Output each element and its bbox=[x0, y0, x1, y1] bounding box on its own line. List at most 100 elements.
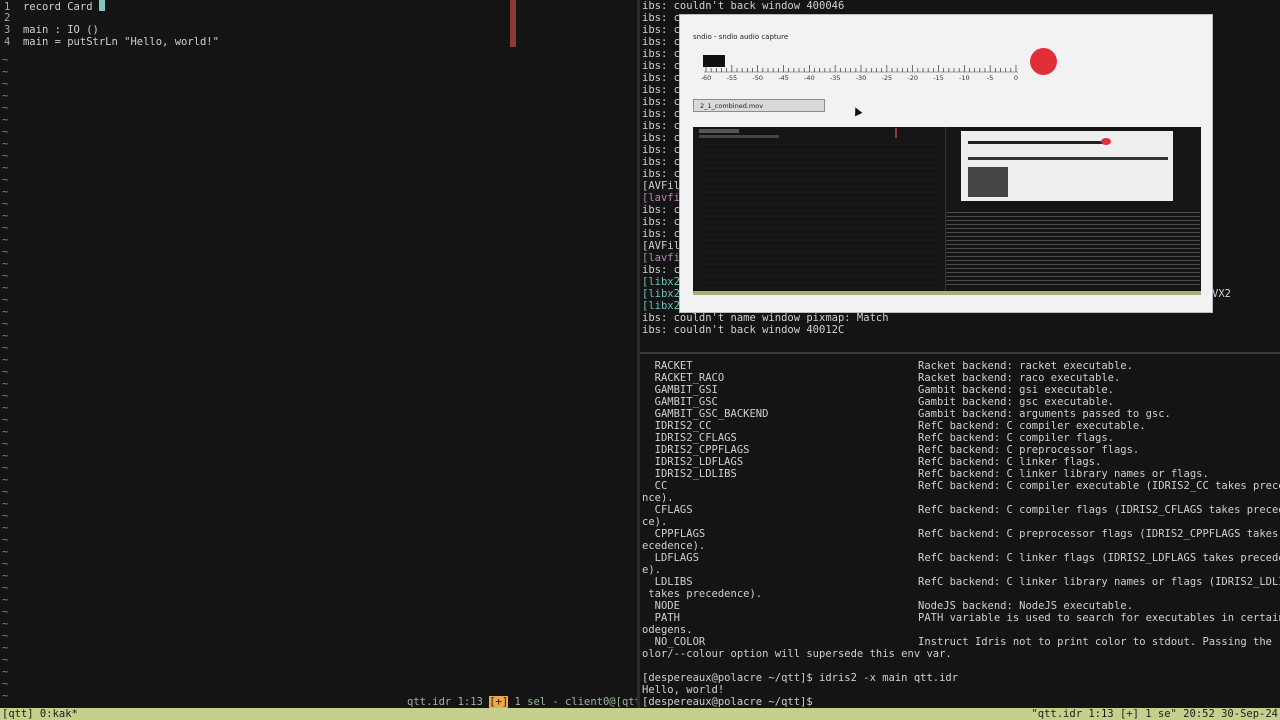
code-line-1[interactable]: 1 record Card bbox=[4, 0, 105, 13]
empty-line-tilde: ~ bbox=[2, 594, 9, 606]
empty-line-tilde: ~ bbox=[2, 546, 9, 558]
help-name: IDRIS2_CC bbox=[642, 420, 712, 432]
empty-line-tilde: ~ bbox=[2, 450, 9, 462]
help-description: NodeJS backend: NodeJS executable. bbox=[918, 600, 1133, 612]
mouse-pointer-icon bbox=[851, 105, 863, 117]
help-name: PATH bbox=[642, 612, 680, 624]
help-name: odegens. bbox=[642, 624, 693, 636]
help-name: ecedence). bbox=[642, 540, 706, 552]
modified-indicator: [+] bbox=[489, 696, 509, 708]
empty-line-tilde: ~ bbox=[2, 198, 9, 210]
code-line-2[interactable]: 2 bbox=[4, 12, 23, 24]
meter-tick-label: -60 bbox=[700, 74, 712, 82]
filename-field[interactable]: 2_1_combined.mov bbox=[693, 99, 825, 112]
record-button[interactable] bbox=[1030, 48, 1057, 75]
empty-line-tilde: ~ bbox=[2, 162, 9, 174]
help-name: IDRIS2_LDFLAGS bbox=[642, 456, 744, 468]
help-name: CPPFLAGS bbox=[642, 528, 706, 540]
empty-line-tilde: ~ bbox=[2, 402, 9, 414]
log-line: ibs: c bbox=[642, 228, 680, 240]
empty-line-tilde: ~ bbox=[2, 462, 9, 474]
meter-tick-label: -10 bbox=[959, 74, 970, 82]
log-line: ibs: couldn't back window 400046 bbox=[642, 0, 845, 12]
help-name: GAMBIT_GSI bbox=[642, 384, 718, 396]
log-line: ibs: couldn't name window pixmap: Match bbox=[642, 312, 889, 324]
log-line: ibs: c bbox=[642, 132, 680, 144]
code-line-4[interactable]: 4 main = putStrLn "Hello, world!" bbox=[4, 36, 219, 48]
empty-line-tilde: ~ bbox=[2, 582, 9, 594]
meter-tick-label: -15 bbox=[933, 74, 944, 82]
audio-capture-window[interactable]: sndio - sndio audio capture 2_1_combined… bbox=[679, 14, 1213, 313]
code-line-3[interactable]: 3 main : IO () bbox=[4, 24, 99, 36]
empty-line-tilde: ~ bbox=[2, 474, 9, 486]
meter-tick-label: -20 bbox=[907, 74, 918, 82]
empty-line-tilde: ~ bbox=[2, 522, 9, 534]
empty-line-tilde: ~ bbox=[2, 630, 9, 642]
log-line: ibs: c bbox=[642, 36, 680, 48]
help-name: LDFLAGS bbox=[642, 552, 699, 564]
tmux-status-bar: [qtt] 0:kak* "qtt.idr 1:13 [+] 1 se" 20:… bbox=[0, 708, 1280, 720]
empty-line-tilde: ~ bbox=[2, 654, 9, 666]
pane-divider-horizontal[interactable] bbox=[640, 352, 1280, 354]
log-line: ibs: c bbox=[642, 144, 680, 156]
log-line: ibs: c bbox=[642, 108, 680, 120]
help-name: [despereaux@polacre ~/qtt]$ idris2 -x ma… bbox=[642, 672, 959, 684]
editor-statusline: qtt.idr 1:13 [+] 1 sel - client0@[qtt] bbox=[407, 696, 647, 708]
empty-line-tilde: ~ bbox=[2, 342, 9, 354]
level-meter-scale bbox=[704, 65, 1018, 73]
help-name: ce). bbox=[642, 516, 668, 528]
empty-line-tilde: ~ bbox=[2, 186, 9, 198]
meter-tick-label: -35 bbox=[829, 74, 841, 82]
empty-line-tilde: ~ bbox=[2, 606, 9, 618]
help-name: IDRIS2_CPPFLAGS bbox=[642, 444, 750, 456]
log-line: [AVFil bbox=[642, 240, 680, 252]
editor-pane[interactable]: 1 record Card 2 3 main : IO () 4 main = … bbox=[0, 0, 647, 708]
log-line: [AVFil bbox=[642, 180, 680, 192]
help-name: IDRIS2_CFLAGS bbox=[642, 432, 737, 444]
empty-line-tilde: ~ bbox=[2, 78, 9, 90]
empty-line-tilde: ~ bbox=[2, 534, 9, 546]
code-text: record Card bbox=[22, 1, 99, 13]
column-ruler bbox=[510, 0, 516, 47]
help-description: RefC backend: C compiler executable (IDR… bbox=[918, 480, 1280, 492]
log-line: [libx2 bbox=[642, 288, 680, 300]
empty-line-tilde: ~ bbox=[2, 102, 9, 114]
empty-line-tilde: ~ bbox=[2, 390, 9, 402]
help-description: Racket backend: raco executable. bbox=[918, 372, 1121, 384]
empty-line-tilde: ~ bbox=[2, 246, 9, 258]
empty-line-tilde: ~ bbox=[2, 294, 9, 306]
help-description: RefC backend: C linker flags (IDRIS2_LDF… bbox=[918, 552, 1280, 564]
cursor-position: qtt.idr 1:13 bbox=[407, 696, 483, 708]
meter-tick-label: -25 bbox=[881, 74, 893, 82]
empty-line-tilde: ~ bbox=[2, 318, 9, 330]
empty-line-tilde: ~ bbox=[2, 66, 9, 78]
log-line: ibs: c bbox=[642, 12, 680, 24]
line-number: 2 bbox=[4, 12, 11, 24]
help-description: Gambit backend: arguments passed to gsc. bbox=[918, 408, 1171, 420]
shell-pane[interactable]: RACKET Racket backend: racket executable.… bbox=[640, 355, 1280, 708]
meter-tick-label: -5 bbox=[986, 74, 994, 82]
meter-tick-label: -40 bbox=[804, 74, 815, 82]
empty-line-tilde: ~ bbox=[2, 138, 9, 150]
meter-tick-label: -50 bbox=[752, 74, 763, 82]
log-line: ibs: c bbox=[642, 156, 680, 168]
screen-preview bbox=[693, 127, 1201, 295]
line-number: 4 bbox=[4, 36, 11, 48]
log-line: ibs: c bbox=[642, 120, 680, 132]
empty-line-tilde: ~ bbox=[2, 366, 9, 378]
help-description: Gambit backend: gsi executable. bbox=[918, 384, 1114, 396]
empty-line-tilde: ~ bbox=[2, 354, 9, 366]
empty-line-tilde: ~ bbox=[2, 498, 9, 510]
empty-line-tilde: ~ bbox=[2, 414, 9, 426]
empty-line-tilde: ~ bbox=[2, 258, 9, 270]
help-description: RefC backend: C linker library names or … bbox=[918, 576, 1280, 588]
log-line: ibs: c bbox=[642, 216, 680, 228]
empty-line-tilde: ~ bbox=[2, 270, 9, 282]
help-description: RefC backend: C compiler flags (IDRIS2_C… bbox=[918, 504, 1280, 516]
empty-line-tilde: ~ bbox=[2, 222, 9, 234]
empty-line-tilde: ~ bbox=[2, 126, 9, 138]
log-line: ibs: c bbox=[642, 264, 680, 276]
help-description: RefC backend: C linker library names or … bbox=[918, 468, 1209, 480]
help-description: RefC backend: C linker flags. bbox=[918, 456, 1102, 468]
log-line: ibs: c bbox=[642, 204, 680, 216]
